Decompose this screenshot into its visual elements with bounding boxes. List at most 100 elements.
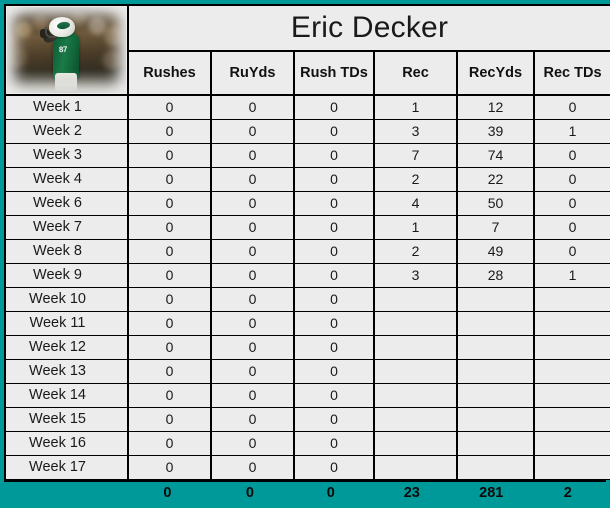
- total-rushes: 0: [163, 484, 172, 501]
- table-row: Week 6 0 0 0 4 50 0: [4, 190, 610, 216]
- player-pants: [55, 73, 77, 91]
- cell-recyds: [456, 310, 535, 336]
- cell-recyds: [456, 382, 535, 408]
- total-rec-tds: 2: [563, 484, 572, 501]
- cell-rush-tds: 0: [293, 142, 375, 168]
- cell-rec: 2: [373, 166, 458, 192]
- cell-rec-tds: [532, 430, 610, 456]
- cell-rush-tds: 0: [293, 262, 375, 288]
- cell-rec-tds: 0: [532, 94, 610, 120]
- cell-rec-tds: [532, 358, 610, 384]
- table-row: Week 14 0 0 0: [4, 382, 610, 408]
- cell-recyds: 7: [456, 214, 535, 240]
- cell-rushes: 0: [127, 454, 212, 480]
- cell-recyds: 28: [456, 262, 535, 288]
- cell-rushes: 0: [127, 382, 212, 408]
- cell-recyds: [456, 358, 535, 384]
- week-label: Week 11: [4, 310, 129, 336]
- cell-rushes: 0: [127, 238, 212, 264]
- cell-rec: 3: [373, 118, 458, 144]
- cell-rush-tds: 0: [293, 118, 375, 144]
- cell-ruyds: 0: [210, 94, 295, 120]
- cell-rec-tds: [532, 382, 610, 408]
- table-row: Week 16 0 0 0: [4, 430, 610, 456]
- cell-rush-tds: 0: [293, 214, 375, 240]
- cell-rush-tds: 0: [293, 406, 375, 432]
- cell-rec: [373, 286, 458, 312]
- cell-rushes: 0: [127, 358, 212, 384]
- cell-rushes: 0: [127, 286, 212, 312]
- cell-rec-tds: [532, 406, 610, 432]
- cell-rushes: 0: [127, 406, 212, 432]
- stats-table: 87 Eric Decker Rushes RuYds Rush TDs Rec…: [4, 4, 610, 480]
- cell-ruyds: 0: [210, 262, 295, 288]
- cell-ruyds: 0: [210, 334, 295, 360]
- table-row: Week 17 0 0 0: [4, 454, 610, 480]
- cell-rec: 3: [373, 262, 458, 288]
- cell-ruyds: 0: [210, 190, 295, 216]
- cell-ruyds: 0: [210, 382, 295, 408]
- cell-recyds: 39: [456, 118, 535, 144]
- column-header-rush-tds: Rush TDs: [293, 50, 375, 96]
- cell-rush-tds: 0: [293, 358, 375, 384]
- cell-rushes: 0: [127, 310, 212, 336]
- cell-ruyds: 0: [210, 406, 295, 432]
- cell-recyds: 49: [456, 238, 535, 264]
- cell-recyds: 74: [456, 142, 535, 168]
- cell-rec-tds: 1: [532, 118, 610, 144]
- cell-rush-tds: 0: [293, 286, 375, 312]
- week-label: Week 8: [4, 238, 129, 264]
- cell-rec-tds: 0: [532, 214, 610, 240]
- jersey-number: 87: [58, 44, 68, 55]
- cell-rush-tds: 0: [293, 166, 375, 192]
- cell-rushes: 0: [127, 334, 212, 360]
- cell-rec: 7: [373, 142, 458, 168]
- cell-rec: [373, 334, 458, 360]
- week-label: Week 7: [4, 214, 129, 240]
- cell-rec: [373, 310, 458, 336]
- cell-ruyds: 0: [210, 454, 295, 480]
- week-label: Week 14: [4, 382, 129, 408]
- cell-recyds: [456, 406, 535, 432]
- column-header-recyds: RecYds: [456, 50, 535, 96]
- cell-rushes: 0: [127, 94, 212, 120]
- player-stats-card: 87 Eric Decker Rushes RuYds Rush TDs Rec…: [0, 0, 610, 508]
- cell-rush-tds: 0: [293, 430, 375, 456]
- week-label: Week 3: [4, 142, 129, 168]
- cell-rush-tds: 0: [293, 334, 375, 360]
- cell-recyds: 12: [456, 94, 535, 120]
- player-photo: 87: [7, 7, 126, 93]
- cell-ruyds: 0: [210, 142, 295, 168]
- cell-rec: 4: [373, 190, 458, 216]
- cell-rushes: 0: [127, 430, 212, 456]
- cell-rec: 1: [373, 214, 458, 240]
- cell-recyds: [456, 286, 535, 312]
- table-row: Week 12 0 0 0: [4, 334, 610, 360]
- cell-ruyds: 0: [210, 286, 295, 312]
- week-label: Week 17: [4, 454, 129, 480]
- cell-rec: [373, 406, 458, 432]
- cell-rush-tds: 0: [293, 190, 375, 216]
- cell-recyds: [456, 454, 535, 480]
- total-recyds: 281: [479, 484, 504, 501]
- cell-rec: 2: [373, 238, 458, 264]
- cell-rush-tds: 0: [293, 382, 375, 408]
- column-header-rushes: Rushes: [127, 50, 212, 96]
- week-label: Week 15: [4, 406, 129, 432]
- cell-rushes: 0: [127, 262, 212, 288]
- table-row: Week 11 0 0 0: [4, 310, 610, 336]
- cell-rec-tds: 0: [532, 166, 610, 192]
- table-row: Week 1 0 0 0 1 12 0: [4, 94, 610, 120]
- cell-rushes: 0: [127, 190, 212, 216]
- table-row: Week 7 0 0 0 1 7 0: [4, 214, 610, 240]
- week-label: Week 12: [4, 334, 129, 360]
- cell-rushes: 0: [127, 214, 212, 240]
- cell-rec: [373, 430, 458, 456]
- week-label: Week 16: [4, 430, 129, 456]
- cell-rec: 1: [373, 94, 458, 120]
- title-row: 87 Eric Decker: [4, 4, 610, 96]
- cell-rec: [373, 454, 458, 480]
- week-label: Week 6: [4, 190, 129, 216]
- cell-rushes: 0: [127, 142, 212, 168]
- table-row: Week 4 0 0 0 2 22 0: [4, 166, 610, 192]
